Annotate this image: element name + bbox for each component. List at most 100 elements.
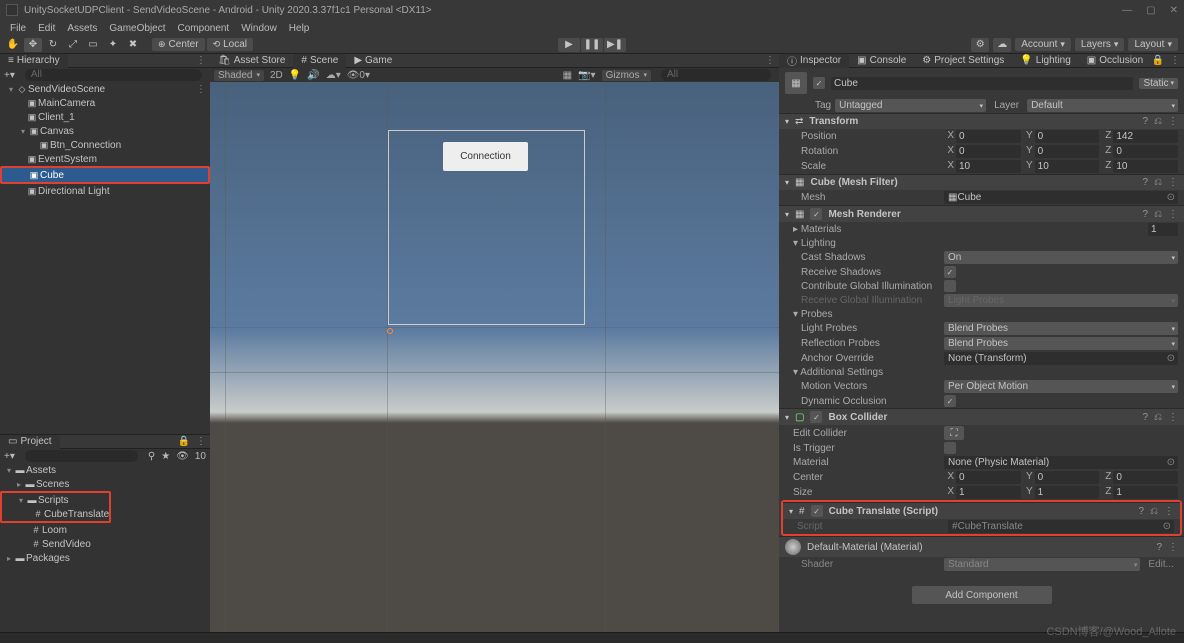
reflectionprobes-dropdown[interactable]: Blend Probes — [944, 337, 1178, 350]
create-dropdown-icon[interactable]: +▾ — [4, 70, 15, 81]
mode-2d-button[interactable]: 2D — [270, 70, 283, 81]
istrigger-checkbox[interactable] — [944, 442, 956, 454]
pause-button[interactable]: ❚❚ — [581, 38, 603, 52]
tab-project[interactable]: ▭ Project — [0, 435, 60, 449]
script-row[interactable]: #SendVideo — [0, 537, 210, 551]
tree-item[interactable]: ▣Btn_Connection — [0, 138, 210, 152]
editcollider-button[interactable]: ⛶ — [944, 426, 964, 440]
layer-dropdown[interactable]: Default — [1027, 99, 1178, 112]
dynocc-checkbox[interactable]: ✓ — [944, 395, 956, 407]
pos-y-input[interactable]: 0 — [1035, 130, 1100, 143]
tab-scene[interactable]: # Scene — [293, 54, 346, 68]
audio-toggle-icon[interactable]: 🔊 — [307, 70, 319, 81]
scene-menu-icon[interactable]: ⋮ — [196, 84, 210, 95]
scene-search[interactable]: All — [661, 69, 771, 81]
size-y[interactable]: 1 — [1035, 486, 1100, 499]
lightprobes-dropdown[interactable]: Blend Probes — [944, 322, 1178, 335]
tab-inspector[interactable]: ⓘ Inspector — [779, 54, 849, 68]
folder-row[interactable]: ▸▬Scenes — [0, 477, 210, 491]
scene-viewport[interactable]: Connection — [210, 82, 779, 632]
rect-tool-icon[interactable]: ▭ — [84, 38, 102, 52]
pivot-center-button[interactable]: ⊕Center — [152, 38, 205, 51]
grid-icon[interactable]: ▦ — [563, 70, 572, 81]
motionvectors-dropdown[interactable]: Per Object Motion — [944, 380, 1178, 393]
collider-checkbox[interactable]: ✓ — [810, 411, 822, 423]
fx-toggle-icon[interactable]: ☁▾ — [326, 70, 341, 81]
tab-occlusion[interactable]: ▣ Occlusion — [1079, 54, 1151, 68]
filter-icon[interactable]: ⚲ — [148, 451, 155, 462]
tree-item[interactable]: ▣EventSystem — [0, 152, 210, 166]
panel-menu-icon[interactable]: ⋮ — [765, 55, 775, 66]
hidden-icon[interactable]: 👁 — [176, 451, 189, 462]
anchor-field[interactable]: None (Transform) — [944, 352, 1178, 365]
rotate-tool-icon[interactable]: ↻ — [44, 38, 62, 52]
material-header[interactable]: Default-Material (Material)?⋮ — [779, 536, 1184, 557]
folder-row[interactable]: ▾▬Scripts — [2, 493, 109, 507]
menu-help[interactable]: Help — [285, 23, 314, 34]
rot-z-input[interactable]: 0 — [1113, 145, 1178, 158]
scale-tool-icon[interactable]: ⤢ — [64, 38, 82, 52]
lock-icon[interactable]: 🔒 — [178, 436, 190, 447]
tree-item[interactable]: ▣MainCamera — [0, 96, 210, 110]
tree-item[interactable]: ▣Client_1 — [0, 110, 210, 124]
tab-console[interactable]: ▣ Console — [849, 54, 914, 68]
rot-x-input[interactable]: 0 — [956, 145, 1021, 158]
tree-item[interactable]: ▣Directional Light — [0, 184, 210, 198]
gizmos-dropdown[interactable]: Gizmos — [602, 70, 651, 81]
tree-item[interactable]: ▾▣Canvas — [0, 124, 210, 138]
center-y[interactable]: 0 — [1035, 471, 1100, 484]
pos-z-input[interactable]: 142 — [1113, 130, 1178, 143]
tree-item-selected[interactable]: ▣Cube — [2, 168, 208, 182]
custom-tool-icon[interactable]: ✖ — [124, 38, 142, 52]
menu-edit[interactable]: Edit — [34, 23, 59, 34]
tab-game[interactable]: ▶ Game — [346, 54, 400, 68]
tab-lighting[interactable]: 💡 Lighting — [1012, 54, 1078, 68]
size-z[interactable]: 1 — [1113, 486, 1178, 499]
transform-tool-icon[interactable]: ✦ — [104, 38, 122, 52]
menu-window[interactable]: Window — [237, 23, 281, 34]
account-dropdown[interactable]: Account ▾ — [1015, 38, 1071, 51]
edit-button[interactable]: Edit... — [1144, 559, 1178, 570]
size-x[interactable]: 1 — [956, 486, 1021, 499]
layers-dropdown[interactable]: Layers ▾ — [1075, 38, 1125, 51]
shading-dropdown[interactable]: Shaded — [214, 70, 264, 81]
close-icon[interactable]: ✕ — [1170, 5, 1178, 16]
folder-row[interactable]: ▾▬Assets — [0, 463, 210, 477]
renderer-checkbox[interactable]: ✓ — [810, 208, 822, 220]
transform-header[interactable]: ▾⇄Transform?⎌⋮ — [779, 113, 1184, 129]
camera-icon[interactable]: 📷▾ — [578, 70, 595, 81]
play-button[interactable]: ▶ — [558, 38, 580, 52]
menu-component[interactable]: Component — [174, 23, 234, 34]
script-header[interactable]: ▾#✓Cube Translate (Script)?⎌⋮ — [783, 502, 1180, 519]
menu-gameobject[interactable]: GameObject — [105, 23, 169, 34]
help-icon[interactable]: ? — [1142, 116, 1148, 127]
static-dropdown[interactable]: Static — [1139, 78, 1178, 89]
layout-dropdown[interactable]: Layout ▾ — [1128, 38, 1178, 51]
script-row[interactable]: #Loom — [0, 523, 210, 537]
castshadows-dropdown[interactable]: On — [944, 251, 1178, 264]
hidden-toggle-icon[interactable]: 👁0▾ — [347, 70, 370, 81]
maximize-icon[interactable]: ▢ — [1146, 5, 1155, 16]
cgi-checkbox[interactable] — [944, 280, 956, 292]
tab-projectsettings[interactable]: ⚙ Project Settings — [914, 54, 1012, 68]
menu-file[interactable]: File — [6, 23, 30, 34]
create-dropdown-icon[interactable]: +▾ — [4, 451, 15, 462]
tab-hierarchy[interactable]: ≡ Hierarchy — [0, 54, 68, 68]
rot-y-input[interactable]: 0 — [1035, 145, 1100, 158]
panel-menu-icon[interactable]: ⋮ — [1170, 55, 1180, 66]
pivot-local-button[interactable]: ⟲Local — [207, 38, 253, 51]
center-x[interactable]: 0 — [956, 471, 1021, 484]
project-search[interactable] — [25, 450, 138, 462]
meshfilter-header[interactable]: ▾▦Cube (Mesh Filter)?⎌⋮ — [779, 174, 1184, 190]
menu-icon[interactable]: ⋮ — [1168, 116, 1178, 127]
tag-dropdown[interactable]: Untagged — [835, 99, 986, 112]
favorite-icon[interactable]: ★ — [161, 451, 170, 462]
hierarchy-search[interactable]: All — [25, 69, 202, 81]
panel-menu-icon[interactable]: ⋮ — [196, 55, 206, 66]
script-checkbox[interactable]: ✓ — [811, 505, 823, 517]
preset-icon[interactable]: ⎌ — [1154, 116, 1162, 127]
lock-icon[interactable]: 🔒 — [1152, 55, 1164, 66]
mesh-field[interactable]: ▦ Cube — [944, 191, 1178, 204]
minimize-icon[interactable]: — — [1122, 5, 1132, 16]
folder-row[interactable]: ▸▬Packages — [0, 551, 210, 565]
